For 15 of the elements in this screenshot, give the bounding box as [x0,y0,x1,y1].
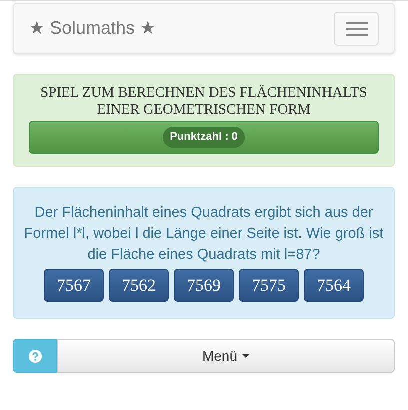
answer-button[interactable]: 7567 [44,269,104,302]
brand-link[interactable]: ★ Solumaths ★ [29,15,156,42]
menu-dropdown-button[interactable]: Menü [57,339,395,373]
question-icon [28,350,42,362]
caret-icon [242,354,250,358]
score-badge: Punktzahl : 0 [163,127,245,148]
answer-button[interactable]: 7564 [304,269,364,302]
game-title: SPIEL ZUM BERECHNEN DES FLÄCHENINHALTS EINER GEOMETRISCHEN FORM [40,85,368,119]
answer-button[interactable]: 7562 [109,269,169,302]
answer-button[interactable]: 7575 [239,269,299,302]
menu-icon [346,22,368,36]
answer-button[interactable]: 7569 [174,269,234,302]
menu-toggle-button[interactable] [334,12,379,46]
help-button[interactable] [13,339,57,373]
question-text: Der Flächeninhalt eines Quadrats ergibt sich aus der Formel l*l, wobei l die Länge einer Seite ist. Wie groß ist die Fläche eines Quadrats mit l=87? [24,204,384,265]
